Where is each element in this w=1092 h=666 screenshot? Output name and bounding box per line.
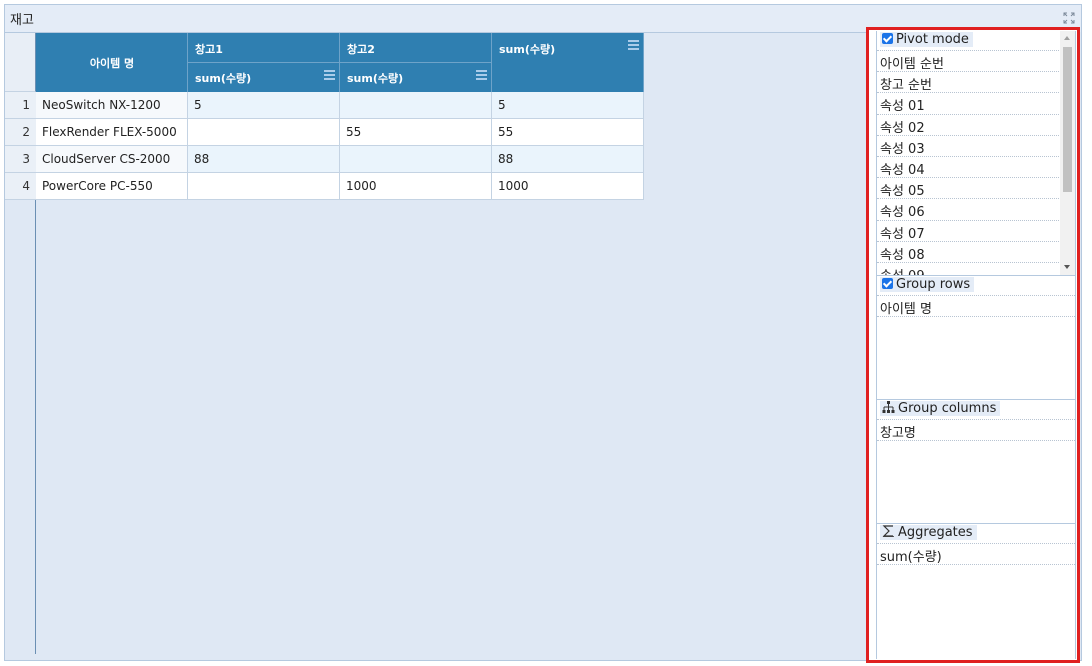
group-columns-item[interactable]: 창고명 [877, 420, 1075, 442]
cell-item[interactable]: PowerCore PC-550 [36, 173, 188, 200]
row-number: 1 [5, 92, 36, 119]
header-warehouse2-label: 창고2 [347, 43, 375, 56]
cell-warehouse2[interactable]: 55 [340, 119, 492, 146]
header-total[interactable]: sum(수량) [492, 33, 644, 92]
header-item-name-label: 아이템 명 [89, 57, 135, 70]
tool-panel: Pivot mode 아이템 순번 창고 순번 속성 01 속성 02 속성 0… [866, 27, 1080, 663]
group-columns-label: Group columns [898, 401, 997, 416]
pivot-mode-chip: Pivot mode [880, 32, 973, 47]
header-item-name[interactable]: 아이템 명 [36, 33, 188, 92]
header-corner [5, 33, 36, 92]
group-columns-chip: Group columns [880, 401, 1001, 416]
header-total-label: sum(수량) [499, 43, 556, 56]
header-sub1[interactable]: sum(수량) [188, 63, 340, 92]
group-columns-header: Group columns [877, 400, 1075, 420]
group-rows-chip: Group rows [880, 277, 975, 292]
column-menu-icon[interactable] [476, 70, 487, 80]
header-warehouse1[interactable]: 창고1 [188, 33, 340, 63]
column-menu-icon[interactable] [628, 40, 639, 50]
cell-warehouse2[interactable]: 1000 [340, 173, 492, 200]
expand-icon[interactable] [1063, 12, 1075, 24]
pivot-mode-toggle[interactable]: Pivot mode [877, 31, 1075, 51]
column-list-item[interactable]: 속성 02 [877, 115, 1075, 136]
cell-item[interactable]: FlexRender FLEX-5000 [36, 119, 188, 146]
group-rows-section: Group rows 아이템 명 [877, 276, 1075, 399]
column-list-item[interactable]: 아이템 순번 [877, 51, 1075, 73]
column-list-item[interactable]: 속성 04 [877, 157, 1075, 179]
scroll-thumb[interactable] [1063, 47, 1072, 192]
scroll-down-icon[interactable] [1064, 265, 1070, 269]
column-list-scrollbar[interactable] [1060, 31, 1075, 275]
column-list-item[interactable]: 속성 08 [877, 242, 1075, 263]
group-rows-toggle[interactable]: Group rows [877, 276, 1075, 296]
header-sub1-label: sum(수량) [195, 72, 252, 85]
cell-warehouse2[interactable] [340, 92, 492, 119]
column-list-item[interactable]: 창고 순번 [877, 72, 1075, 94]
cell-warehouse1[interactable] [188, 119, 340, 146]
checkbox-checked-icon[interactable] [882, 33, 893, 44]
cell-total[interactable]: 88 [492, 146, 644, 173]
group-rows-label: Group rows [896, 277, 971, 292]
cell-warehouse1[interactable] [188, 173, 340, 200]
column-list-item[interactable]: 속성 06 [877, 199, 1075, 221]
tool-panel-inner: Pivot mode 아이템 순번 창고 순번 속성 01 속성 02 속성 0… [876, 31, 1076, 659]
column-list-item[interactable]: 속성 09 [877, 263, 1075, 275]
column-list-item[interactable]: 속성 01 [877, 93, 1075, 115]
row-number: 4 [5, 173, 36, 200]
cell-warehouse1[interactable]: 88 [188, 146, 340, 173]
column-menu-icon[interactable] [324, 70, 335, 80]
header-sub2[interactable]: sum(수량) [340, 63, 492, 92]
pivot-column-list: 아이템 순번 창고 순번 속성 01 속성 02 속성 03 속성 04 속성 … [877, 51, 1075, 275]
column-list-item[interactable]: 속성 07 [877, 221, 1075, 242]
hierarchy-icon [882, 401, 895, 413]
cell-warehouse1[interactable]: 5 [188, 92, 340, 119]
group-rows-item[interactable]: 아이템 명 [877, 296, 1075, 318]
pivot-mode-label: Pivot mode [896, 32, 969, 47]
aggregates-label: Aggregates [898, 525, 973, 540]
aggregates-chip: Aggregates [880, 525, 977, 540]
header-warehouse2[interactable]: 창고2 [340, 33, 492, 63]
scroll-up-icon[interactable] [1064, 36, 1070, 40]
cell-item[interactable]: NeoSwitch NX-1200 [36, 92, 188, 119]
column-list-item[interactable]: 속성 05 [877, 178, 1075, 200]
checkbox-checked-icon[interactable] [882, 278, 893, 289]
panel-title: 재고 [10, 13, 34, 28]
cell-total[interactable]: 55 [492, 119, 644, 146]
row-number: 3 [5, 146, 36, 173]
cell-warehouse2[interactable] [340, 146, 492, 173]
sigma-icon [882, 525, 894, 537]
cell-item[interactable]: CloudServer CS-2000 [36, 146, 188, 173]
cell-total[interactable]: 1000 [492, 173, 644, 200]
row-number: 2 [5, 119, 36, 146]
header-sub2-label: sum(수량) [347, 72, 404, 85]
column-list-item[interactable]: 속성 03 [877, 136, 1075, 157]
aggregates-section: Aggregates sum(수량) [877, 524, 1075, 659]
header-warehouse1-label: 창고1 [195, 43, 223, 56]
group-columns-section: Group columns 창고명 [877, 400, 1075, 523]
cell-total[interactable]: 5 [492, 92, 644, 119]
aggregates-header: Aggregates [877, 524, 1075, 544]
pivot-mode-section: Pivot mode 아이템 순번 창고 순번 속성 01 속성 02 속성 0… [877, 31, 1075, 275]
aggregates-item[interactable]: sum(수량) [877, 544, 1075, 566]
pivot-grid: 아이템 명 창고1 창고2 sum(수량) sum(수량) sum(수량) 1 … [5, 32, 867, 654]
